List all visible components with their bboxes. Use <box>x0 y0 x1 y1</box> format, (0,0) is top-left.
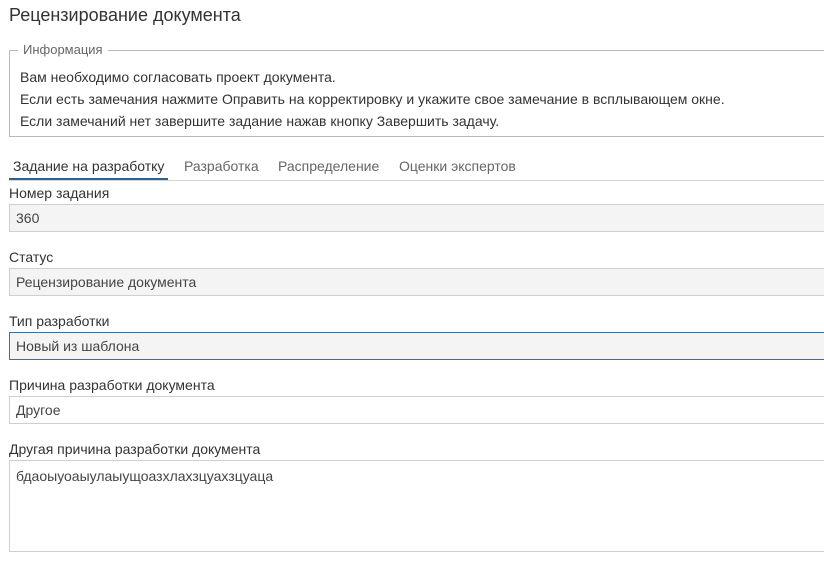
reason-field[interactable]: Другое <box>9 396 824 424</box>
task-number-label: Номер задания <box>9 185 110 201</box>
status-field[interactable]: Рецензирование документа <box>9 268 824 296</box>
info-legend: Информация <box>18 42 108 58</box>
dev-type-label: Тип разработки <box>9 313 110 329</box>
info-fieldset: Информация Вам необходимо согласовать пр… <box>9 42 824 137</box>
info-text: Вам необходимо согласовать проект докуме… <box>20 66 725 132</box>
page-title: Рецензирование документа <box>9 5 241 25</box>
dev-type-field[interactable]: Новый из шаблона <box>9 332 824 360</box>
task-number-field[interactable]: 360 <box>9 204 824 232</box>
tab-development[interactable]: Разработка <box>184 157 259 175</box>
status-label: Статус <box>9 249 54 265</box>
tab-distribution[interactable]: Распределение <box>278 157 379 175</box>
other-reason-label: Другая причина разработки документа <box>9 441 261 457</box>
tab-expert-ratings[interactable]: Оценки экспертов <box>399 157 516 175</box>
page: Рецензирование документа Информация Вам … <box>0 0 824 571</box>
other-reason-textarea[interactable]: бдаоыуоаыулаыущоазхлахзцуахзцуаца <box>9 460 824 552</box>
active-tab-indicator <box>9 178 168 180</box>
info-line: Если есть замечания нажмите Оправить на … <box>20 91 725 107</box>
reason-label: Причина разработки документа <box>9 377 215 393</box>
info-line: Если замечаний нет завершите задание наж… <box>20 113 500 129</box>
info-line: Вам необходимо согласовать проект докуме… <box>20 69 336 85</box>
tab-task[interactable]: Задание на разработку <box>13 157 164 175</box>
tab-bar: Задание на разработку Разработка Распред… <box>9 152 824 181</box>
